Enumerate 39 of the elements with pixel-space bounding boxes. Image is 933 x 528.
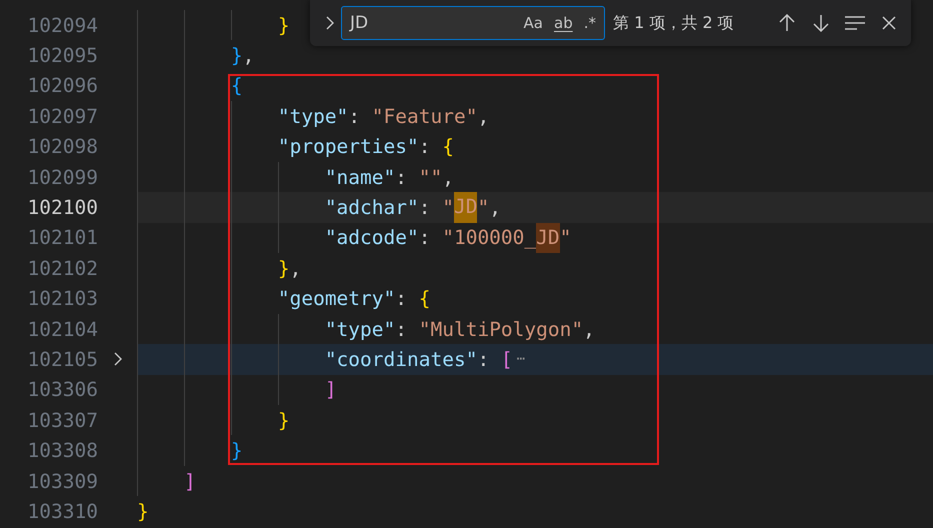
search-field[interactable]: JD Aa ab .* (341, 6, 605, 40)
line-number: 102096 (26, 74, 98, 98)
code-line: "properties": { (137, 132, 933, 162)
line-number: 102099 (26, 166, 98, 189)
match-count: 第 1 项，共 2 项 (613, 12, 735, 34)
code-line: "geometry": { (137, 284, 933, 314)
code-line: { (137, 70, 933, 102)
code-line: ] (137, 374, 933, 406)
code-line: } (137, 498, 150, 525)
code-line: } (137, 435, 933, 466)
line-number: 102098 (26, 135, 98, 158)
code-line: } (137, 405, 933, 436)
line-number: 102103 (26, 287, 98, 310)
chevron-icon[interactable] (114, 352, 122, 366)
line-number: 103308 (26, 439, 98, 462)
close-icon[interactable] (882, 16, 896, 30)
regex-toggle[interactable]: .* (580, 12, 600, 34)
line-number: 102104 (26, 318, 98, 341)
code-line: }, (137, 253, 933, 284)
line-number: 103309 (26, 470, 98, 493)
line-number: 103310 (26, 500, 98, 523)
code-line: ] (137, 466, 933, 496)
line-number: 102102 (26, 256, 98, 280)
code-line: "adcode": "100000_JD" (137, 222, 933, 254)
line-number: 103306 (26, 378, 98, 402)
match-case-toggle[interactable]: Aa (520, 12, 547, 34)
lines-icon[interactable] (845, 16, 865, 30)
line-number: 102100 (26, 196, 98, 220)
line-number: 102105 (26, 348, 98, 371)
arrow-up-icon[interactable] (779, 14, 795, 32)
arrow-down-icon[interactable] (813, 14, 829, 32)
line-number: 102094 (26, 14, 98, 37)
chevron-icon[interactable] (326, 16, 334, 30)
line-number: 102101 (26, 226, 98, 250)
line-number: 102095 (26, 44, 98, 68)
whole-word-toggle[interactable]: ab (550, 12, 577, 34)
code-line: "type": "Feature", (137, 101, 933, 132)
line-number: 102097 (26, 104, 98, 128)
line-number: 103307 (26, 408, 98, 432)
